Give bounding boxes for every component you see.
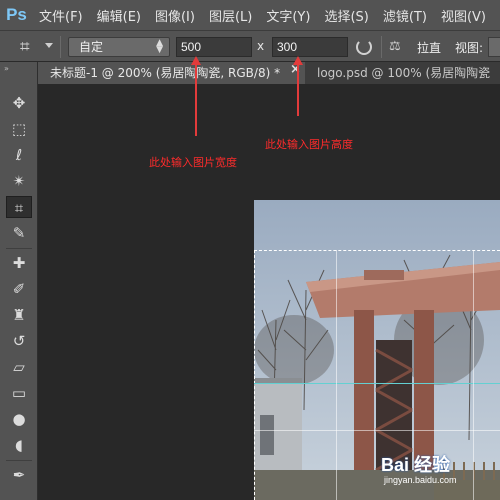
dodge-tool-icon[interactable]: ◖ [6, 434, 32, 456]
history-brush-tool-icon[interactable]: ↺ [6, 330, 32, 352]
height-annotation: 此处输入图片高度 [265, 138, 353, 151]
lasso-tool-icon[interactable]: ℓ [6, 144, 32, 166]
options-bar: ⌗ 自定 ▲ ▼ 500 x 300 ⚖ 拉直 视图: [0, 30, 500, 62]
menu-layer[interactable]: 图层(L) [209, 6, 252, 25]
menu-bar: Ps 文件(F) 编辑(E) 图像(I) 图层(L) 文字(Y) 选择(S) 滤… [0, 0, 500, 30]
menu-type[interactable]: 文字(Y) [266, 6, 310, 25]
tab-untitled-1[interactable]: 未标题-1 @ 200% (易居陶陶瓷, RGB/8) * [38, 62, 305, 84]
pen-tool-icon[interactable]: ✒ [6, 464, 32, 486]
menu-image[interactable]: 图像(I) [155, 6, 195, 25]
tab-label: logo.psd @ 100% (易居陶陶瓷 [317, 66, 491, 80]
eyedropper-tool-icon[interactable]: ✎ [6, 222, 32, 244]
healing-brush-tool-icon[interactable]: ✚ [6, 252, 32, 274]
straighten-icon[interactable]: ⚖ [389, 39, 407, 55]
dimension-separator: x [257, 39, 265, 53]
toolbox: » ✥ ⬚ ℓ ✴ ⌗ ✎ ✚ ✐ ♜ ↺ ▱ ▭ ● ◖ ✒ [0, 62, 38, 500]
crop-grid-line [254, 383, 500, 384]
divider [60, 36, 61, 58]
menu-view[interactable]: 视图(V) [441, 6, 486, 25]
menu-select[interactable]: 选择(S) [324, 6, 368, 25]
ps-logo: Ps [6, 5, 27, 24]
annotation-arrow-width [195, 64, 197, 136]
watermark-url: jingyan.baidu.com [384, 475, 457, 485]
magic-wand-tool-icon[interactable]: ✴ [6, 170, 32, 192]
divider [381, 36, 382, 58]
width-input[interactable]: 500 [176, 37, 252, 57]
brush-tool-icon[interactable]: ✐ [6, 278, 32, 300]
width-annotation: 此处输入图片宽度 [149, 156, 237, 169]
chevron-down-icon[interactable] [45, 43, 53, 48]
crop-box[interactable] [254, 250, 500, 500]
divider [6, 248, 32, 249]
marquee-tool-icon[interactable]: ⬚ [6, 118, 32, 140]
tab-logo-psd[interactable]: logo.psd @ 100% (易居陶陶瓷 [305, 62, 500, 84]
crop-preset-value: 自定 [79, 40, 104, 54]
height-input[interactable]: 300 [272, 37, 348, 57]
crop-grid-line [473, 250, 474, 500]
divider [6, 460, 32, 461]
crop-preset-select[interactable]: 自定 ▲ ▼ [68, 37, 170, 57]
select-arrows-icon: ▲ ▼ [156, 38, 163, 55]
crop-grid-line [254, 430, 500, 431]
crop-grid-line [336, 250, 337, 500]
crop-tool-icon[interactable]: ⌗ [20, 37, 40, 57]
gradient-tool-icon[interactable]: ▭ [6, 382, 32, 404]
straighten-button[interactable]: 拉直 [417, 39, 441, 56]
crop-tool-active-icon[interactable]: ⌗ [6, 196, 32, 218]
document-tabs: 未标题-1 @ 200% (易居陶陶瓷, RGB/8) * × logo.psd… [38, 62, 500, 84]
menu-edit[interactable]: 编辑(E) [97, 6, 141, 25]
menu-file[interactable]: 文件(F) [39, 6, 83, 25]
clone-stamp-tool-icon[interactable]: ♜ [6, 304, 32, 326]
photoshop-window: Ps 文件(F) 编辑(E) 图像(I) 图层(L) 文字(Y) 选择(S) 滤… [0, 0, 500, 500]
watermark-brand: Bai 经验 [381, 455, 451, 475]
view-overlay-select[interactable] [488, 37, 500, 57]
tab-label: 未标题-1 @ 200% (易居陶陶瓷, RGB/8) * [50, 66, 281, 80]
menu-filter[interactable]: 滤镜(T) [383, 6, 427, 25]
eraser-tool-icon[interactable]: ▱ [6, 356, 32, 378]
toolbox-grip-icon[interactable]: » [4, 64, 9, 73]
swap-dimensions-icon[interactable] [356, 39, 372, 55]
annotation-arrow-height [297, 64, 299, 116]
blur-tool-icon[interactable]: ● [6, 408, 32, 430]
move-tool-icon[interactable]: ✥ [6, 92, 32, 114]
view-label: 视图: [455, 41, 484, 55]
